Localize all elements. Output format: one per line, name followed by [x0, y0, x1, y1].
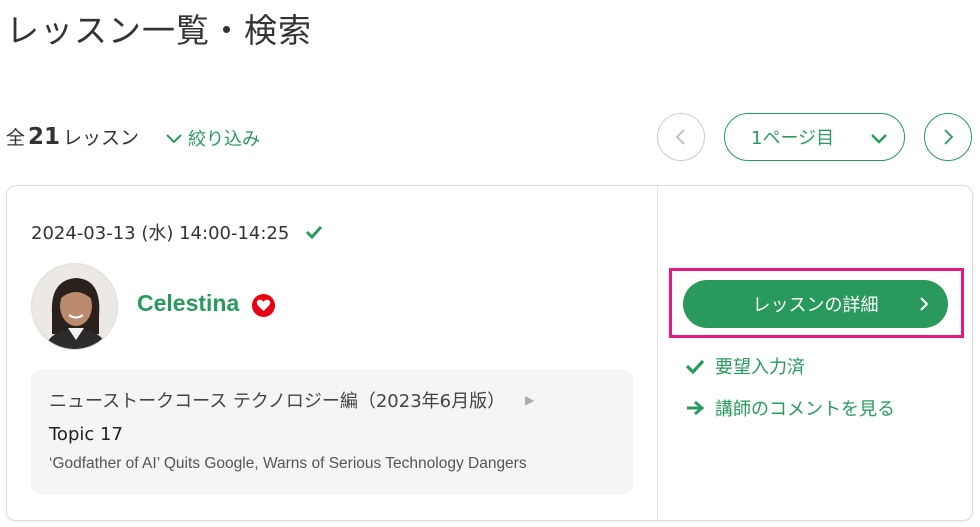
count-prefix: 全	[6, 127, 26, 149]
prev-page-button[interactable]	[657, 113, 705, 161]
arrow-right-icon	[687, 400, 705, 416]
chevron-down-icon	[871, 134, 887, 144]
heart-icon	[252, 294, 275, 317]
course-title: ニューストークコース テクノロジー編（2023年6月版）	[49, 391, 506, 412]
course-title-row[interactable]: ニューストークコース テクノロジー編（2023年6月版） ▶	[49, 387, 615, 413]
course-info: ニューストークコース テクノロジー編（2023年6月版） ▶ Topic 17 …	[31, 369, 633, 495]
course-topic: Topic 17	[49, 424, 123, 445]
chevron-down-icon	[166, 134, 182, 144]
chevron-left-icon	[675, 129, 685, 145]
count-suffix: レッスン	[63, 127, 140, 149]
page-select[interactable]: 1ページ目	[724, 113, 905, 161]
lesson-card: 2024-03-13 (水) 14:00-14:25 Celestina ニュー…	[6, 185, 973, 521]
request-status-label: 要望入力済	[715, 357, 805, 378]
teacher-photo	[32, 264, 117, 349]
chevron-right-icon	[920, 297, 929, 311]
filter-label: 絞り込み	[188, 129, 260, 150]
request-status: 要望入力済	[685, 353, 805, 379]
course-topic-subtitle: ‘Godfather of AI’ Quits Google, Warns of…	[49, 455, 527, 472]
lesson-datetime-text: 2024-03-13 (水) 14:00-14:25	[31, 223, 290, 244]
lesson-count: 全 21 レッスン	[6, 123, 139, 150]
filter-toggle[interactable]: 絞り込み	[164, 125, 260, 151]
teacher-name[interactable]: Celestina	[137, 290, 239, 317]
lesson-datetime: 2024-03-13 (水) 14:00-14:25	[31, 219, 323, 245]
check-icon	[306, 225, 323, 239]
chevron-right-icon	[944, 129, 954, 145]
teacher-comment-link[interactable]: 講師のコメントを見る	[685, 395, 895, 421]
card-divider	[657, 186, 658, 520]
lesson-detail-button[interactable]: レッスンの詳細	[683, 280, 948, 328]
next-page-button[interactable]	[924, 113, 972, 161]
lesson-detail-label: レッスンの詳細	[752, 295, 879, 316]
teacher-avatar[interactable]	[31, 263, 118, 350]
page-select-value: 1ページ目	[751, 128, 835, 149]
check-icon	[685, 359, 705, 374]
teacher-comment-label: 講師のコメントを見る	[715, 399, 895, 420]
count-number: 21	[28, 124, 61, 150]
caret-right-icon: ▶	[525, 393, 535, 407]
page-title: レッスン一覧・検索	[6, 11, 312, 50]
